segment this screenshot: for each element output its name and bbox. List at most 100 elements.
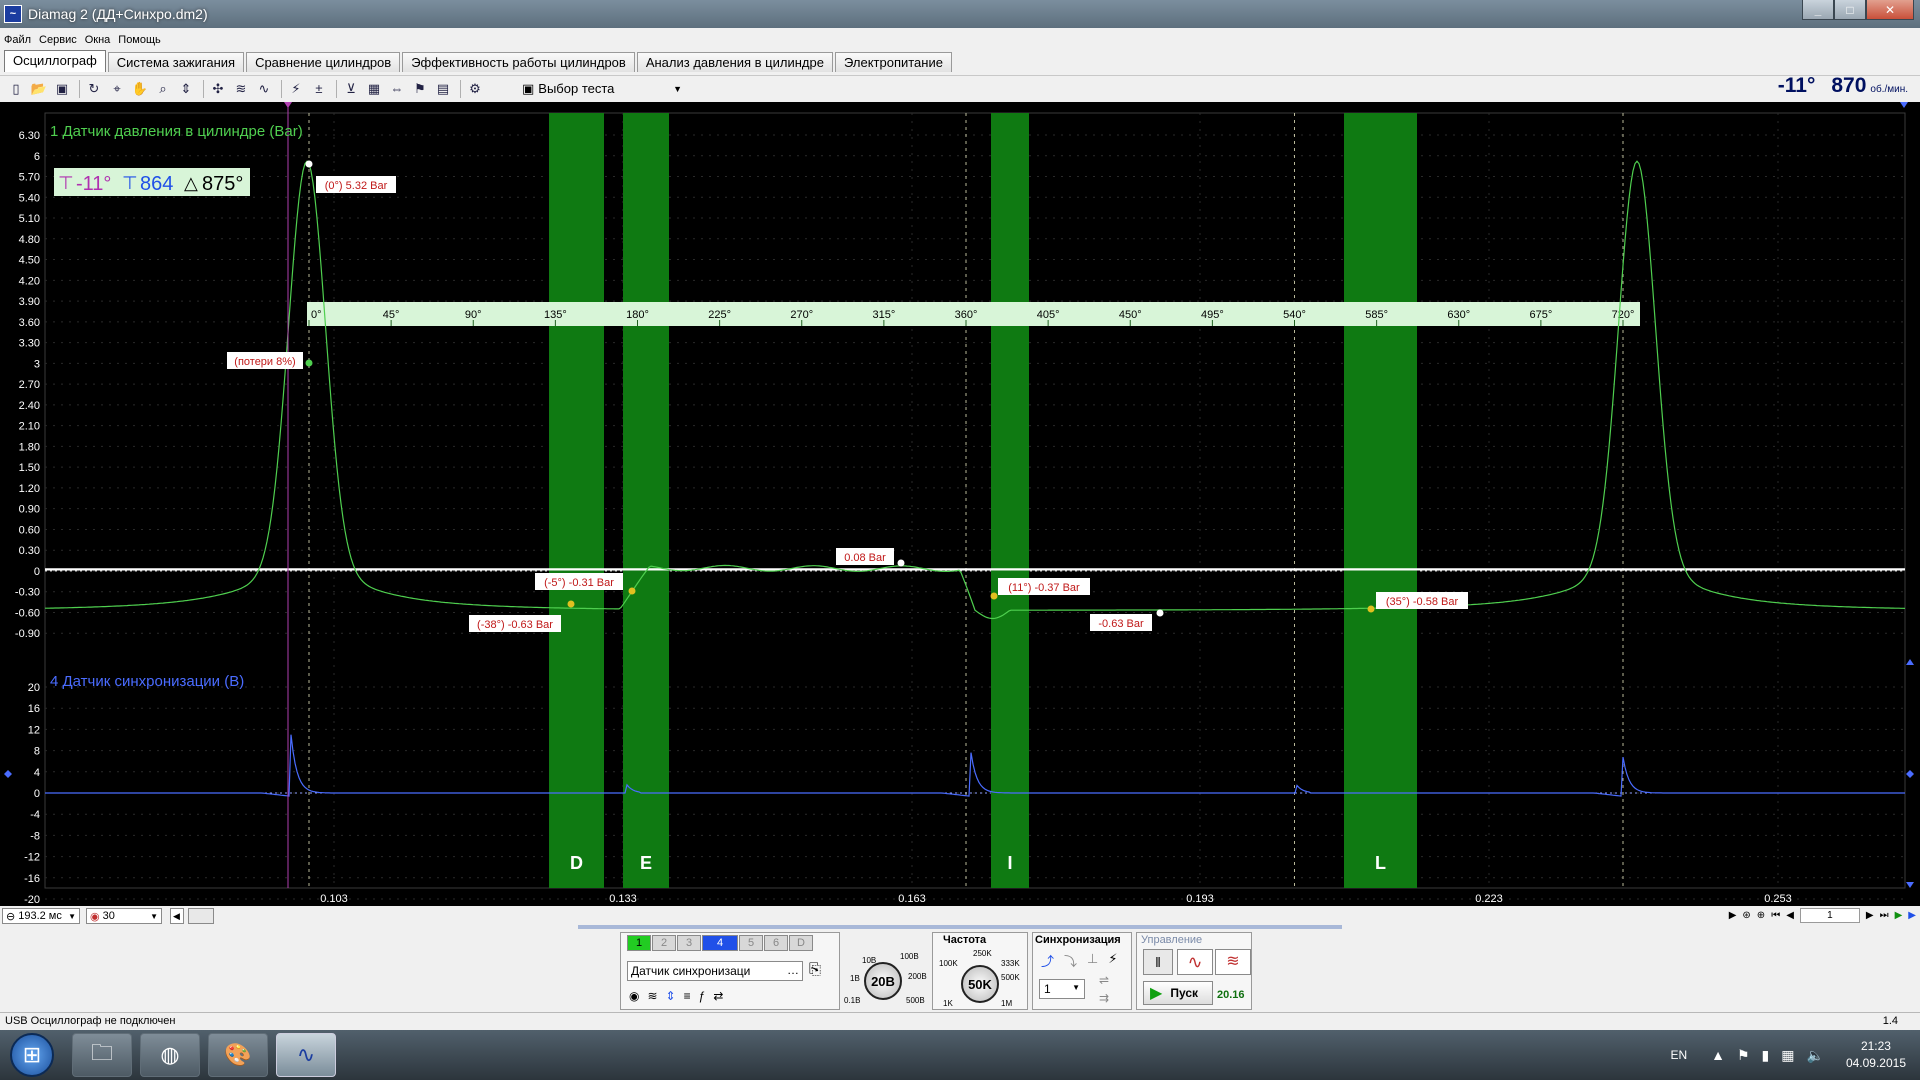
nav-zoom-icon[interactable]: ⊕ bbox=[1757, 910, 1765, 921]
nav-next-page-icon[interactable]: ▶ bbox=[1866, 910, 1874, 921]
minimize-button[interactable]: _ bbox=[1802, 0, 1834, 20]
freq-label-500k: 500K bbox=[1001, 973, 1020, 982]
eye-icon[interactable]: ◉ bbox=[629, 989, 639, 1003]
new-file-icon[interactable]: ▯ bbox=[6, 79, 26, 99]
sync-swap-icon[interactable]: ⇌ bbox=[1099, 971, 1109, 989]
more-icon: … bbox=[787, 963, 799, 977]
maximize-button[interactable]: □ bbox=[1834, 0, 1866, 20]
network-icon[interactable]: ▦ bbox=[1781, 1047, 1794, 1064]
ignition-icon[interactable]: ⚡ bbox=[286, 79, 306, 99]
rotate-icon[interactable]: ↻ bbox=[84, 79, 104, 99]
usb-icon[interactable]: ▮ bbox=[1762, 1047, 1770, 1064]
taskbar-app-chrome[interactable]: ◍ bbox=[140, 1033, 200, 1077]
nav-last-icon[interactable]: ⏭ bbox=[1880, 910, 1889, 921]
channel-d-button[interactable]: D bbox=[789, 935, 813, 951]
tab-cylinder-compare[interactable]: Сравнение цилиндров bbox=[246, 52, 401, 72]
waves-icon[interactable]: ≋ bbox=[231, 79, 251, 99]
table-icon[interactable]: ▦ bbox=[364, 79, 384, 99]
taskbar-explorer[interactable]: 🗀 bbox=[72, 1033, 132, 1077]
channel-3-button[interactable]: 3 bbox=[677, 935, 701, 951]
pause-button[interactable]: ‖ bbox=[1143, 949, 1173, 975]
close-button[interactable]: ✕ bbox=[1866, 0, 1914, 20]
tab-pressure-analysis[interactable]: Анализ давления в цилиндре bbox=[636, 52, 833, 72]
channel1-title: 1 Датчик давления в цилиндре (Bar) bbox=[50, 123, 303, 140]
menu-file[interactable]: Файл bbox=[0, 34, 35, 50]
nav-prev-icon[interactable]: ◀ bbox=[1786, 910, 1794, 921]
sync-falling-icon[interactable]: ⤵ bbox=[1064, 951, 1077, 970]
channel-1-button[interactable]: 1 bbox=[627, 935, 651, 951]
tray-expand-icon[interactable]: ▲ bbox=[1711, 1047, 1725, 1063]
nav-first-icon[interactable]: ⏮ bbox=[1771, 910, 1780, 921]
channel-5-button[interactable]: 5 bbox=[739, 935, 763, 951]
channel-6-button[interactable]: 6 bbox=[764, 935, 788, 951]
tab-oscilloscope[interactable]: Осциллограф bbox=[4, 50, 106, 72]
sync-auto-icon[interactable]: ⚡ bbox=[1108, 951, 1117, 970]
cursor-measure-icon[interactable]: ⌖ bbox=[107, 79, 127, 99]
voltage-knob[interactable]: 20В bbox=[864, 962, 902, 1000]
sync-channel-select[interactable]: 1 ▼ bbox=[1039, 979, 1085, 999]
cursor-rpm-value: 864 bbox=[140, 173, 173, 195]
clock[interactable]: 21:23 04.09.2015 bbox=[1846, 1038, 1906, 1072]
split-icon[interactable]: ⇔ bbox=[387, 79, 407, 99]
tab-ignition[interactable]: Система зажигания bbox=[107, 52, 245, 72]
oscilloscope-plot[interactable]: 6.30 6 5.70 5.40 5.10 4.80 4.50 4.20 3.90 3.60 3.3… bbox=[0, 102, 1920, 908]
y-tick-label: 1.50 bbox=[19, 462, 40, 474]
channel-4-button[interactable]: 4 bbox=[702, 935, 738, 951]
degree-label: 450° bbox=[1119, 309, 1142, 321]
sync-rising-icon[interactable]: ⤴ bbox=[1041, 951, 1054, 970]
nav-play-blue-icon[interactable]: ▶ bbox=[1908, 910, 1916, 921]
noise-mode-button[interactable]: ≋ bbox=[1215, 949, 1251, 975]
compare-icon[interactable]: ⇄ bbox=[713, 989, 723, 1003]
start-button-windows[interactable]: ⊞ bbox=[10, 1033, 54, 1077]
degree-label: 540° bbox=[1283, 309, 1306, 321]
sync-merge-icon[interactable]: ⇉ bbox=[1099, 989, 1109, 1007]
zero-icon[interactable]: ± bbox=[309, 79, 329, 99]
timebase-select[interactable]: ⊖ 193.2 мс ▼ bbox=[2, 908, 80, 924]
vertical-arrows-icon[interactable]: ⇕ bbox=[666, 989, 676, 1003]
function-icon[interactable]: ƒ bbox=[699, 989, 706, 1003]
lines-icon[interactable]: ≡ bbox=[684, 989, 691, 1003]
language-indicator[interactable]: EN bbox=[1670, 1048, 1687, 1062]
probe-icon[interactable]: ⎘ bbox=[809, 961, 821, 978]
nav-next-icon[interactable]: ▶ bbox=[1729, 910, 1737, 921]
scroll-left-button[interactable]: ◀ bbox=[170, 908, 184, 924]
trigger-select[interactable]: ◉ 30 ▼ bbox=[86, 908, 162, 924]
menu-help[interactable]: Помощь bbox=[114, 34, 165, 50]
test-select[interactable]: ▣ Выбор теста ▼ bbox=[522, 81, 682, 97]
channel-sensor-select[interactable]: Датчик синхронизаци … bbox=[627, 961, 803, 981]
menu-service[interactable]: Сервис bbox=[35, 34, 81, 50]
flag-icon[interactable]: ⚑ bbox=[410, 79, 430, 99]
panel-splitter[interactable] bbox=[578, 925, 1342, 929]
volume-icon[interactable]: 🔈 bbox=[1807, 1047, 1824, 1064]
autoscale-icon[interactable]: ⇕ bbox=[176, 79, 196, 99]
signal-icon[interactable]: ≋ bbox=[647, 989, 657, 1003]
filter-icon[interactable]: ⊻ bbox=[341, 79, 361, 99]
start-button[interactable]: ▶ Пуск bbox=[1143, 981, 1213, 1005]
sync-edge-icon[interactable]: ⊥ bbox=[1087, 951, 1098, 970]
page-icon[interactable]: ▤ bbox=[433, 79, 453, 99]
tab-power[interactable]: Электропитание bbox=[834, 52, 952, 72]
open-folder-icon[interactable]: 📂 bbox=[29, 79, 49, 99]
auto-icon[interactable]: ⚙ bbox=[465, 79, 485, 99]
flag-icon[interactable]: ⚑ bbox=[1737, 1047, 1750, 1064]
waves-alt-icon[interactable]: ∿ bbox=[254, 79, 274, 99]
voltage-label-1: 1В bbox=[850, 974, 860, 983]
page-number[interactable]: 1 bbox=[1799, 908, 1860, 923]
x-tick-label: 0.163 bbox=[898, 893, 926, 905]
sine-mode-button[interactable]: ∿ bbox=[1177, 949, 1213, 975]
hand-pan-icon[interactable]: ✋ bbox=[130, 79, 150, 99]
nav-play-icon[interactable]: ▶ bbox=[1895, 910, 1903, 921]
marker-icon[interactable]: ✣ bbox=[208, 79, 228, 99]
taskbar-app-diamag[interactable]: ∿ bbox=[276, 1033, 336, 1077]
save-icon[interactable]: ▣ bbox=[52, 79, 72, 99]
y-tick-label: -0.90 bbox=[15, 628, 40, 640]
y-tick-label: 0.60 bbox=[19, 524, 40, 536]
horizontal-scroll-thumb[interactable] bbox=[188, 908, 214, 924]
tab-cylinder-efficiency[interactable]: Эффективность работы цилиндров bbox=[402, 52, 635, 72]
frequency-knob[interactable]: 50K bbox=[961, 965, 999, 1003]
menu-windows[interactable]: Окна bbox=[81, 34, 115, 50]
taskbar-app-paint[interactable]: 🎨 bbox=[208, 1033, 268, 1077]
channel-2-button[interactable]: 2 bbox=[652, 935, 676, 951]
zoom-icon[interactable]: ⌕ bbox=[153, 79, 173, 99]
nav-target-icon[interactable]: ⊛ bbox=[1742, 910, 1750, 921]
